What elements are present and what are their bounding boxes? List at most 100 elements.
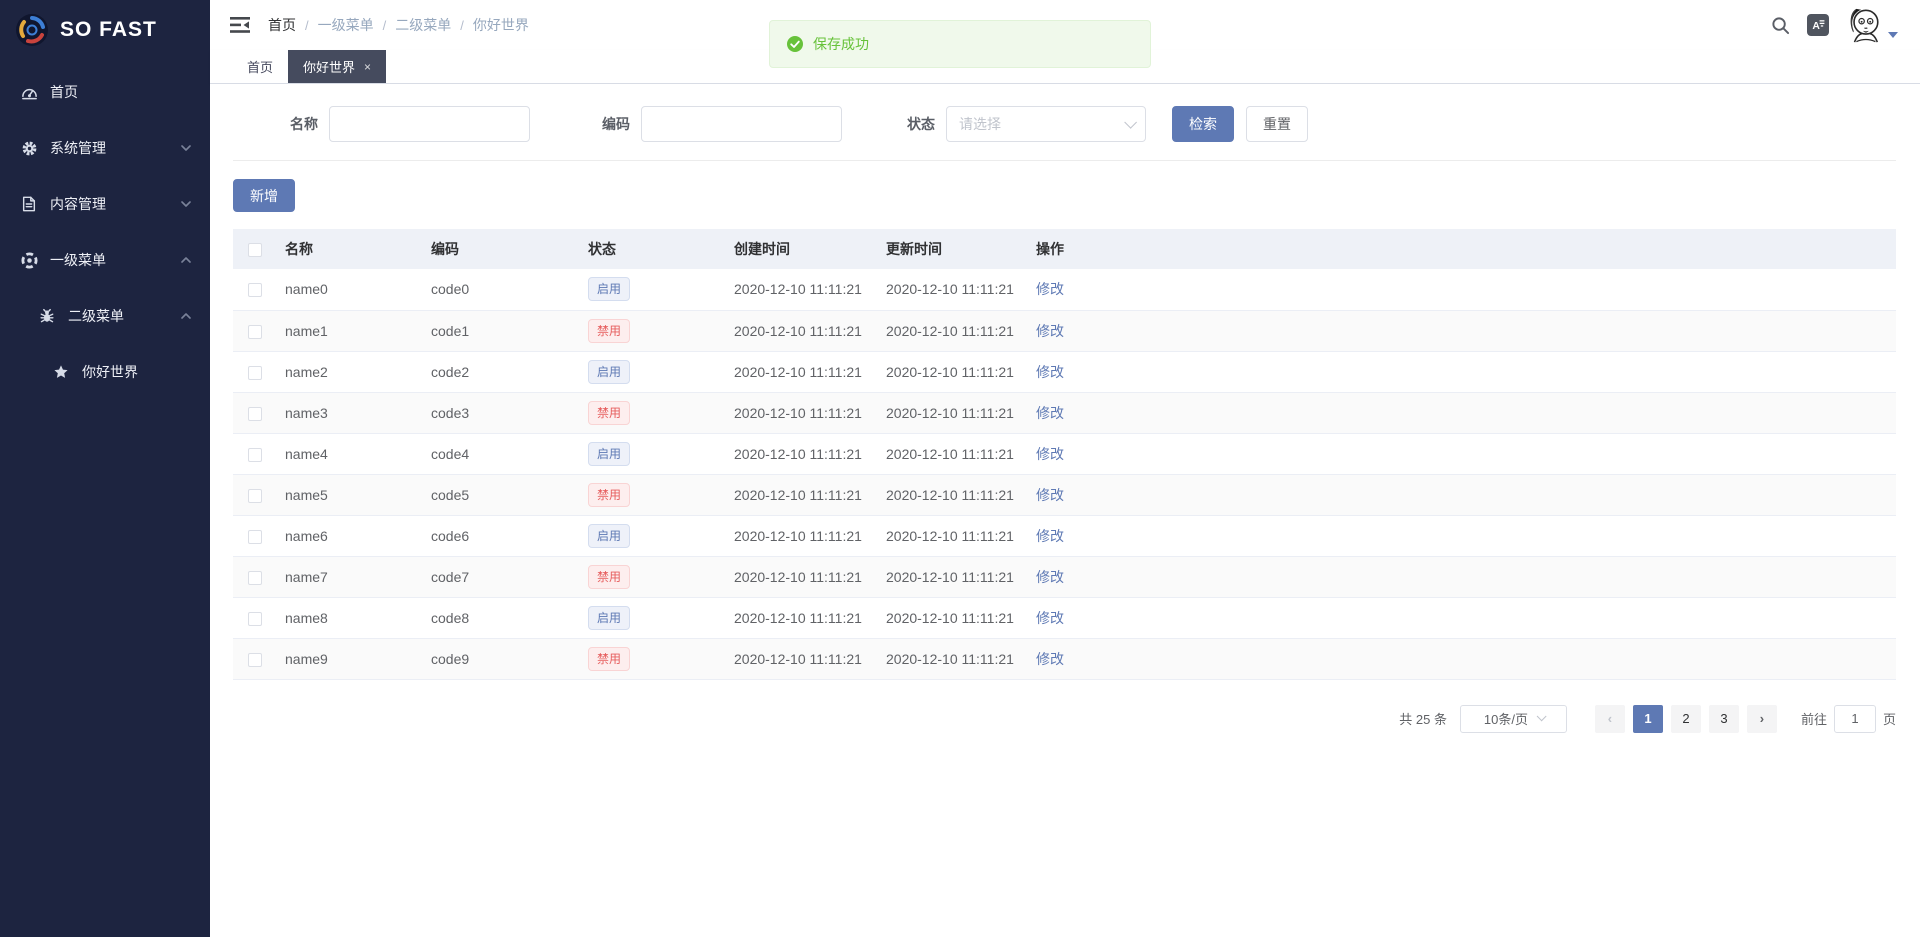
row-checkbox[interactable] — [248, 366, 262, 380]
status-badge: 禁用 — [588, 483, 630, 507]
status-badge: 启用 — [588, 360, 630, 384]
col-updated: 更新时间 — [878, 229, 1028, 269]
status-badge: 启用 — [588, 606, 630, 630]
breadcrumb-separator: / — [383, 18, 387, 33]
page-content: 名称 编码 状态 请选择 检索 重置 新增 名称 编码 状态 — [210, 84, 1920, 937]
row-checkbox[interactable] — [248, 489, 262, 503]
svg-text:A: A — [1812, 21, 1820, 32]
prev-page-button[interactable]: ‹ — [1595, 705, 1625, 733]
status-badge: 禁用 — [588, 319, 630, 343]
goto-page-input[interactable] — [1834, 705, 1876, 733]
table-toolbar: 新增 — [233, 179, 1896, 212]
status-badge: 启用 — [588, 442, 630, 466]
filter-form: 名称 编码 状态 请选择 检索 重置 — [233, 106, 1896, 161]
status-select[interactable]: 请选择 — [946, 106, 1146, 142]
collapse-sidebar-icon[interactable] — [230, 16, 250, 34]
total-count: 共 25 条 — [1399, 709, 1447, 728]
sidebar-item-0[interactable]: 首页 — [0, 64, 210, 120]
language-icon[interactable]: A — [1807, 14, 1829, 36]
page-size-select[interactable]: 10条/页 — [1460, 705, 1567, 733]
cell-created: 2020-12-10 11:11:21 — [726, 474, 878, 515]
cell-name: name7 — [277, 556, 423, 597]
sidebar-item-label: 一级菜单 — [50, 250, 106, 270]
cell-name: name2 — [277, 351, 423, 392]
col-created: 创建时间 — [726, 229, 878, 269]
cell-created: 2020-12-10 11:11:21 — [726, 597, 878, 638]
cell-created: 2020-12-10 11:11:21 — [726, 351, 878, 392]
table-row-0: name0code0启用2020-12-10 11:11:212020-12-1… — [233, 269, 1896, 310]
edit-link[interactable]: 修改 — [1036, 569, 1064, 585]
row-checkbox[interactable] — [248, 653, 262, 667]
select-all-checkbox[interactable] — [248, 243, 262, 257]
cell-code: code0 — [423, 269, 580, 310]
reset-button[interactable]: 重置 — [1246, 106, 1308, 142]
cell-updated: 2020-12-10 11:11:21 — [878, 392, 1028, 433]
col-name: 名称 — [277, 229, 423, 269]
edit-link[interactable]: 修改 — [1036, 405, 1064, 421]
row-checkbox[interactable] — [248, 283, 262, 297]
name-input[interactable] — [329, 106, 530, 142]
cell-name: name4 — [277, 433, 423, 474]
row-checkbox[interactable] — [248, 571, 262, 585]
sidebar-item-3[interactable]: 一级菜单 — [0, 232, 210, 288]
table-row-4: name4code4启用2020-12-10 11:11:212020-12-1… — [233, 433, 1896, 474]
cell-updated: 2020-12-10 11:11:21 — [878, 269, 1028, 310]
breadcrumb-separator: / — [305, 18, 309, 33]
edit-link[interactable]: 修改 — [1036, 364, 1064, 380]
cell-code: code2 — [423, 351, 580, 392]
edit-link[interactable]: 修改 — [1036, 528, 1064, 544]
cell-code: code6 — [423, 515, 580, 556]
sidebar-item-5[interactable]: 你好世界 — [0, 344, 210, 400]
add-button[interactable]: 新增 — [233, 179, 295, 212]
edit-link[interactable]: 修改 — [1036, 323, 1064, 339]
next-page-button[interactable]: › — [1747, 705, 1777, 733]
page-button-1[interactable]: 1 — [1633, 705, 1663, 733]
row-checkbox[interactable] — [248, 325, 262, 339]
tab-label: 首页 — [247, 57, 273, 76]
table-header-row: 名称 编码 状态 创建时间 更新时间 操作 — [233, 229, 1896, 269]
tab-1[interactable]: 你好世界 × — [288, 50, 386, 83]
tab-close-icon[interactable]: × — [364, 61, 371, 73]
cell-created: 2020-12-10 11:11:21 — [726, 556, 878, 597]
cell-name: name0 — [277, 269, 423, 310]
page-size-value: 10条/页 — [1484, 709, 1528, 728]
edit-link[interactable]: 修改 — [1036, 281, 1064, 297]
row-checkbox[interactable] — [248, 448, 262, 462]
cell-name: name5 — [277, 474, 423, 515]
bug-icon — [38, 307, 56, 325]
row-checkbox[interactable] — [248, 530, 262, 544]
data-table: 名称 编码 状态 创建时间 更新时间 操作 name0code0启用2020-1… — [233, 229, 1896, 680]
goto-page-suffix: 页 — [1883, 709, 1896, 728]
breadcrumb-item-0[interactable]: 首页 — [268, 15, 296, 35]
page-button-3[interactable]: 3 — [1709, 705, 1739, 733]
sidebar-item-2[interactable]: 内容管理 — [0, 176, 210, 232]
edit-link[interactable]: 修改 — [1036, 487, 1064, 503]
edit-link[interactable]: 修改 — [1036, 446, 1064, 462]
search-button[interactable]: 检索 — [1172, 106, 1234, 142]
table-row-8: name8code8启用2020-12-10 11:11:212020-12-1… — [233, 597, 1896, 638]
edit-link[interactable]: 修改 — [1036, 651, 1064, 667]
success-toast: 保存成功 — [769, 20, 1151, 68]
breadcrumb-item-2[interactable]: 二级菜单 — [395, 15, 451, 35]
cell-updated: 2020-12-10 11:11:21 — [878, 556, 1028, 597]
cell-created: 2020-12-10 11:11:21 — [726, 310, 878, 351]
edit-link[interactable]: 修改 — [1036, 610, 1064, 626]
code-label: 编码 — [563, 114, 641, 134]
row-checkbox[interactable] — [248, 407, 262, 421]
tab-label: 你好世界 — [303, 57, 355, 76]
user-menu[interactable] — [1845, 6, 1898, 44]
cell-name: name3 — [277, 392, 423, 433]
page-button-2[interactable]: 2 — [1671, 705, 1701, 733]
col-actions: 操作 — [1028, 229, 1896, 269]
code-input[interactable] — [641, 106, 842, 142]
sidebar-item-4[interactable]: 二级菜单 — [0, 288, 210, 344]
breadcrumb-item-3[interactable]: 你好世界 — [473, 15, 529, 35]
search-icon[interactable] — [1769, 14, 1791, 36]
tab-0[interactable]: 首页 — [232, 50, 288, 83]
sidebar-item-1[interactable]: 系统管理 — [0, 120, 210, 176]
cell-name: name8 — [277, 597, 423, 638]
star-icon — [52, 363, 70, 381]
row-checkbox[interactable] — [248, 612, 262, 626]
breadcrumb-item-1[interactable]: 一级菜单 — [318, 15, 374, 35]
sidebar-item-label: 你好世界 — [82, 362, 138, 382]
